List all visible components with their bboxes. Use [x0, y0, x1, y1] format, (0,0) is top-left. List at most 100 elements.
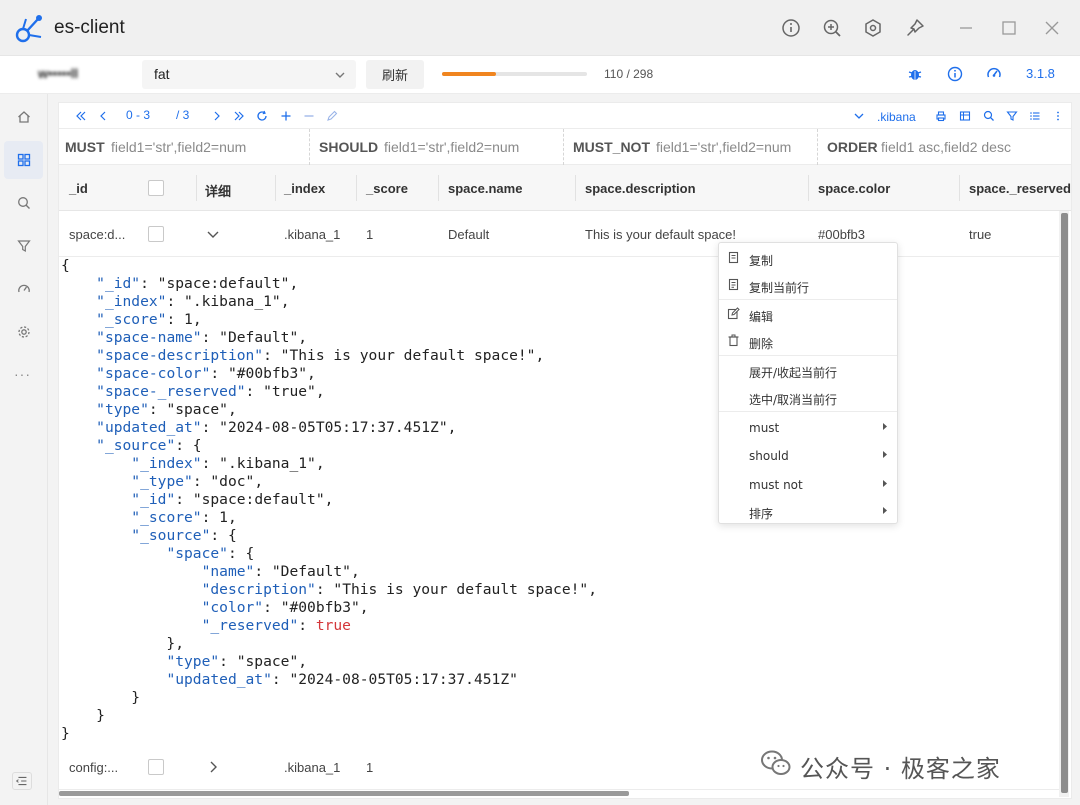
first-page-icon[interactable]	[75, 110, 87, 122]
settings-hex-icon[interactable]	[863, 18, 883, 38]
column-header-space-reserved[interactable]: space._reserved	[969, 181, 1071, 196]
filter-must-not-input[interactable]: field1='str',field2=num	[656, 139, 791, 155]
chevron-down-icon[interactable]	[206, 227, 220, 241]
next-page-icon[interactable]	[211, 110, 223, 122]
sidebar-item-data[interactable]	[4, 141, 43, 179]
query-filters: MUST field1='str',field2=num SHOULD fiel…	[59, 129, 1071, 165]
menu-item-must-not[interactable]: must not	[719, 471, 897, 497]
horizontal-scrollbar[interactable]	[59, 791, 629, 796]
row-checkbox[interactable]	[148, 226, 164, 242]
column-header-index[interactable]: _index	[284, 181, 325, 196]
column-header-space-description[interactable]: space.description	[585, 181, 696, 196]
index-chevron-icon[interactable]	[853, 110, 865, 122]
json-punct: ,	[588, 581, 598, 598]
column-header-space-name[interactable]: space.name	[448, 181, 522, 196]
sidebar-item-settings[interactable]	[4, 313, 43, 351]
cell-id: config:...	[69, 760, 119, 775]
json-punct	[61, 599, 202, 616]
chevron-right-icon[interactable]	[206, 760, 220, 774]
json-line: {	[61, 257, 1059, 275]
environment-value: fat	[154, 66, 170, 82]
json-line: "updated_at": "2024-08-05T05:17:37.451Z"	[61, 671, 1059, 689]
sidebar-item-home[interactable]	[4, 98, 43, 136]
filter-order-input[interactable]: field1 asc,field2 desc	[881, 139, 1011, 155]
minimize-icon[interactable]	[956, 18, 976, 38]
json-value: "space:default"	[192, 491, 325, 508]
filter-keyword: ORDER	[827, 139, 878, 155]
info-circle-icon[interactable]	[947, 66, 963, 82]
environment-select[interactable]: fat	[142, 60, 356, 89]
refresh-button[interactable]: 刷新	[366, 60, 424, 89]
last-page-icon[interactable]	[233, 110, 245, 122]
add-icon[interactable]	[280, 110, 292, 122]
maximize-icon[interactable]	[999, 18, 1019, 38]
columns-icon[interactable]	[959, 110, 971, 122]
menu-item-copy-row[interactable]: 复制当前行	[719, 272, 897, 298]
prev-page-icon[interactable]	[97, 110, 109, 122]
menu-item-must[interactable]: must	[719, 414, 897, 440]
json-value: ".kibana_1"	[184, 293, 281, 310]
chevron-down-icon	[335, 72, 345, 78]
filter-must-input[interactable]: field1='str',field2=num	[111, 139, 246, 155]
close-icon[interactable]	[1042, 18, 1062, 38]
filter-icon[interactable]	[1006, 110, 1018, 122]
pin-icon[interactable]	[905, 18, 925, 38]
more-icon[interactable]: ···	[14, 366, 31, 382]
json-punct: }	[61, 725, 70, 742]
table-row[interactable]: space:d... .kibana_1 1 Default This is y…	[59, 211, 1059, 257]
list-icon[interactable]	[1029, 110, 1041, 122]
json-key: "_type"	[131, 473, 193, 490]
filter-order[interactable]: ORDER field1 asc,field2 desc	[821, 129, 1071, 165]
sidebar-item-search[interactable]	[4, 184, 43, 222]
filter-must[interactable]: MUST field1='str',field2=num	[59, 129, 310, 165]
collapse-sidebar-icon[interactable]	[12, 772, 32, 790]
print-icon[interactable]	[935, 110, 947, 122]
row-checkbox[interactable]	[148, 759, 164, 775]
sidebar-item-monitor[interactable]	[4, 270, 43, 308]
index-selector[interactable]: .kibana	[877, 110, 916, 124]
column-header-id[interactable]: _id	[69, 181, 88, 196]
json-value: "space"	[166, 401, 228, 418]
remove-icon[interactable]	[303, 110, 315, 122]
app-logo-icon	[15, 15, 42, 43]
grid-icon	[17, 153, 31, 167]
vertical-scrollbar[interactable]	[1059, 211, 1069, 797]
menu-item-edit[interactable]: 编辑	[719, 301, 897, 327]
cell-score: 1	[366, 760, 374, 775]
json-line: "space-_reserved": "true",	[61, 383, 1059, 401]
page-range[interactable]: 0 - 3	[126, 108, 150, 122]
json-punct: :	[263, 347, 281, 364]
zoom-in-icon[interactable]	[822, 18, 842, 38]
filter-should[interactable]: SHOULD field1='str',field2=num	[313, 129, 564, 165]
table-search-icon[interactable]	[983, 110, 995, 122]
filter-should-input[interactable]: field1='str',field2=num	[384, 139, 519, 155]
menu-item-select-row[interactable]: 选中/取消当前行	[719, 384, 897, 410]
bug-icon[interactable]	[907, 66, 923, 82]
column-header-detail[interactable]: 详细	[205, 181, 231, 200]
menu-item-sort[interactable]: 排序	[719, 498, 897, 524]
column-header-score[interactable]: _score	[366, 181, 408, 196]
json-value: "doc"	[210, 473, 255, 490]
json-key: "_source"	[131, 527, 211, 544]
reload-icon[interactable]	[256, 110, 268, 122]
menu-item-copy[interactable]: 复制	[719, 245, 897, 271]
version-label[interactable]: 3.1.8	[1026, 66, 1055, 81]
connection-name[interactable]: w•••••ll	[38, 66, 78, 81]
dashboard-icon[interactable]	[986, 66, 1002, 82]
filter-must-not[interactable]: MUST_NOT field1='str',field2=num	[567, 129, 818, 165]
menu-item-toggle-row[interactable]: 展开/收起当前行	[719, 357, 897, 383]
info-icon[interactable]	[781, 18, 801, 38]
more-vertical-icon[interactable]	[1052, 110, 1064, 122]
json-value: "Default"	[219, 329, 299, 346]
select-all-checkbox[interactable]	[148, 180, 164, 196]
column-header-space-color[interactable]: space.color	[818, 181, 890, 196]
cell-space-color: #00bfb3	[818, 227, 865, 242]
edit-pen-icon[interactable]	[326, 110, 338, 122]
scroll-thumb[interactable]	[1061, 213, 1068, 793]
json-line: },	[61, 635, 1059, 653]
menu-item-should[interactable]: should	[719, 442, 897, 468]
menu-item-delete[interactable]: 删除	[719, 328, 897, 354]
json-punct	[61, 401, 96, 418]
sidebar-item-filter[interactable]	[4, 227, 43, 265]
json-key: "space-color"	[96, 365, 211, 382]
